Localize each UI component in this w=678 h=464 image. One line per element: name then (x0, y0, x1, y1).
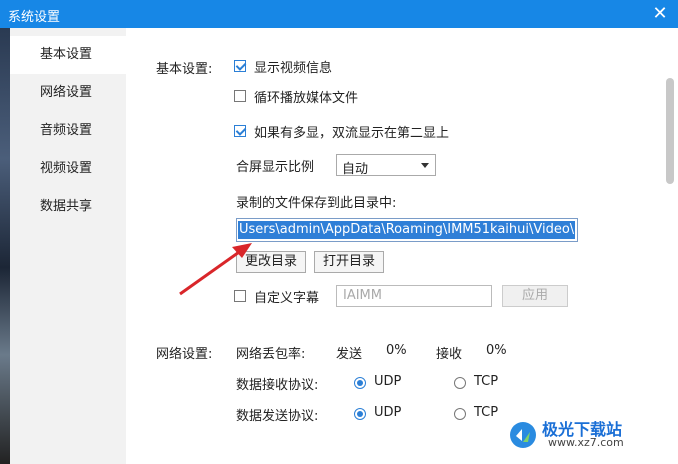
watermark: 极光下载站 www.xz7.com (508, 416, 668, 456)
watermark-url: www.xz7.com (548, 436, 624, 449)
watermark-logo-icon (510, 422, 536, 448)
annotation-arrow-icon (179, 243, 252, 296)
